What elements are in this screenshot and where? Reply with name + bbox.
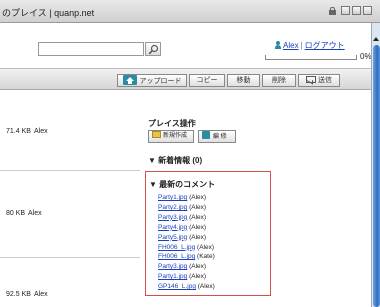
- comment-item: GP146_L.jpg (Alex): [158, 282, 215, 292]
- edit-label: 編 修: [213, 134, 227, 140]
- storage-quota-percent: 0%: [360, 52, 372, 61]
- new-folder-button[interactable]: 新規作成: [148, 130, 194, 143]
- comment-file-link[interactable]: GP146_L.jpg: [158, 283, 196, 290]
- comment-author: (Alex): [197, 283, 215, 291]
- storage-quota-bar: [265, 55, 357, 60]
- move-button[interactable]: 移動: [227, 74, 260, 87]
- latest-info-toggle[interactable]: ▼ 新着情報 (0): [148, 155, 202, 166]
- search-button[interactable]: [145, 42, 161, 56]
- latest-comments-box: ▼ 最新のコメント Party1.jpg (Alex) Party2.jpg (A…: [145, 171, 271, 296]
- comment-file-link[interactable]: Party2.jpg: [158, 204, 187, 211]
- row-divider: [0, 170, 140, 171]
- comment-author: (Kate): [197, 253, 215, 261]
- lock-icon: [329, 6, 336, 15]
- folder-icon: [152, 131, 161, 138]
- scroll-up-icon[interactable]: [373, 37, 379, 41]
- comment-author: (Alex): [189, 263, 207, 271]
- window-controls: [329, 6, 372, 15]
- comment-item: FH006_L.jpg (Kate): [158, 252, 215, 262]
- search-input[interactable]: [38, 42, 144, 56]
- new-folder-label: 新規作成: [163, 133, 188, 139]
- comment-file-link[interactable]: Party1.jpg: [158, 273, 187, 280]
- panel-title: プレイス操作: [148, 119, 196, 128]
- comment-file-link[interactable]: Party4.jpg: [158, 224, 187, 231]
- comment-item: Party5.jpg (Alex): [158, 233, 215, 243]
- row-divider: [0, 257, 140, 258]
- comment-author: (Alex): [197, 243, 215, 251]
- file-size: 80 KB: [6, 210, 26, 217]
- comment-author: (Alex): [189, 273, 207, 281]
- maximize-button[interactable]: [352, 6, 361, 15]
- latest-comments-toggle[interactable]: ▼ 最新のコメント: [149, 179, 215, 190]
- close-button[interactable]: [363, 6, 372, 15]
- action-toolbar: アップロード コピー 移動 削除 送信: [0, 68, 371, 90]
- place-operations-panel: プレイス操作 新規作成 編 修 ▼ 新着情報 (0) ▼ 最新のコメント Par…: [140, 90, 371, 307]
- user-area: Alex | ログアウト: [275, 40, 345, 51]
- upload-button[interactable]: アップロード: [117, 74, 187, 87]
- send-label: 送信: [318, 77, 332, 84]
- comment-file-link[interactable]: Party3.jpg: [158, 263, 187, 270]
- vertical-scrollbar[interactable]: [371, 23, 380, 307]
- comment-file-link[interactable]: Party3.jpg: [158, 214, 187, 221]
- comment-file-link[interactable]: Party5.jpg: [158, 234, 187, 241]
- comment-list: Party1.jpg (Alex) Party2.jpg (Alex) Party3…: [158, 193, 215, 292]
- edit-button[interactable]: 編 修: [198, 130, 236, 143]
- file-owner: Alex: [34, 128, 48, 135]
- comment-item: Party3.jpg (Alex): [158, 262, 215, 272]
- comment-file-link[interactable]: FH006_L.jpg: [158, 244, 195, 251]
- comment-item: FH006_L.jpg (Alex): [158, 243, 215, 253]
- comment-author: (Alex): [189, 194, 207, 201]
- comment-file-link[interactable]: Party1.jpg: [158, 194, 187, 201]
- comment-item: Party1.jpg (Alex): [158, 193, 215, 203]
- copy-button[interactable]: コピー: [189, 74, 225, 87]
- send-button[interactable]: 送信: [298, 74, 340, 87]
- minimize-button[interactable]: [341, 6, 350, 15]
- logout-link[interactable]: ログアウト: [305, 41, 345, 50]
- file-owner: Alex: [28, 210, 42, 217]
- search-icon: [148, 44, 159, 55]
- window-titlebar: のプレイス | quanp.net: [0, 0, 380, 23]
- home-icon: [122, 75, 137, 85]
- comment-file-link[interactable]: FH006_L.jpg: [158, 253, 195, 260]
- user-name-link[interactable]: Alex: [283, 41, 299, 50]
- file-size: 92.5 KB: [6, 291, 31, 298]
- user-icon: [275, 41, 281, 49]
- comment-item: Party2.jpg (Alex): [158, 203, 215, 213]
- comment-author: (Alex): [189, 223, 207, 231]
- window-title: のプレイス | quanp.net: [2, 8, 95, 18]
- comment-item: Party4.jpg (Alex): [158, 223, 215, 233]
- upload-label: アップロード: [139, 78, 182, 85]
- comment-author: (Alex): [189, 203, 207, 211]
- comment-item: Party3.jpg (Alex): [158, 213, 215, 223]
- file-size: 71.4 KB: [6, 128, 31, 135]
- mail-icon: [306, 76, 316, 83]
- comment-author: (Alex): [189, 233, 207, 241]
- file-owner: Alex: [34, 291, 48, 298]
- delete-button[interactable]: 削除: [262, 74, 296, 87]
- separator: |: [300, 41, 303, 50]
- comment-author: (Alex): [189, 213, 207, 221]
- edit-icon: [202, 131, 210, 139]
- scrollbar-thumb[interactable]: [373, 45, 380, 307]
- comment-item: Party1.jpg (Alex): [158, 272, 215, 282]
- file-list: 71.4 KB Alex 80 KB Alex 92.5 KB Alex: [0, 90, 140, 307]
